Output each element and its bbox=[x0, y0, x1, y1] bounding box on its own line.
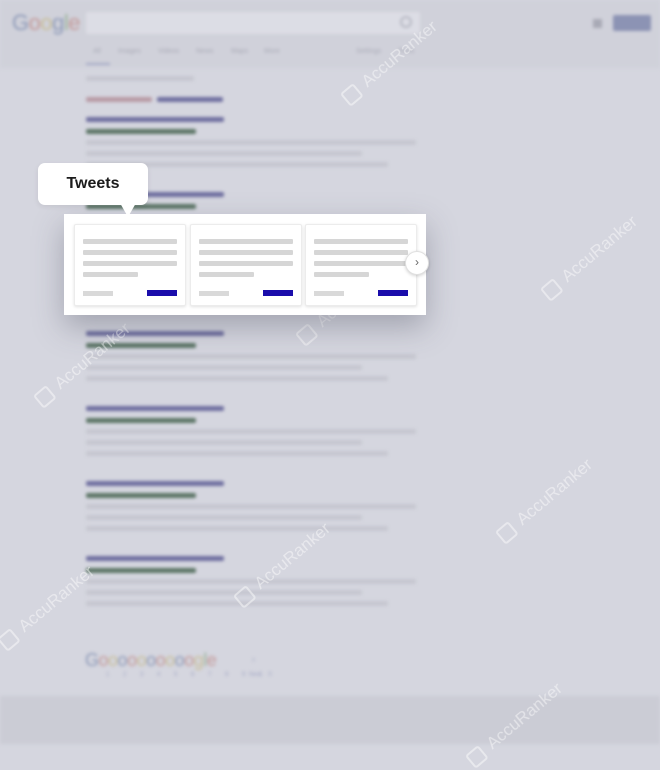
tweet-card[interactable] bbox=[305, 224, 417, 306]
result-url bbox=[86, 418, 196, 423]
tab-images[interactable]: Images bbox=[118, 48, 141, 55]
watermark-logo-icon bbox=[32, 384, 57, 409]
tweet-text-line bbox=[199, 250, 293, 255]
tab-news[interactable]: News bbox=[196, 48, 214, 55]
page-footer bbox=[0, 696, 660, 744]
result-title[interactable] bbox=[86, 556, 224, 561]
next-chevron-icon[interactable]: › bbox=[252, 654, 255, 664]
result-title[interactable] bbox=[86, 481, 224, 486]
pagination-next-link[interactable]: Next bbox=[249, 672, 261, 678]
pagination-logo: Goooooooooogle bbox=[85, 650, 217, 670]
tweet-text-line bbox=[83, 261, 177, 266]
watermark: AccuRanker bbox=[232, 519, 335, 610]
logo-letter: o bbox=[28, 10, 41, 35]
watermark: AccuRanker bbox=[494, 455, 597, 546]
tweet-card[interactable] bbox=[190, 224, 302, 306]
logo-letter: g bbox=[52, 10, 64, 35]
watermark-logo-icon bbox=[294, 322, 319, 347]
watermark-logo-icon bbox=[539, 277, 564, 302]
result-snippet bbox=[86, 590, 362, 595]
tweet-text-line bbox=[83, 239, 177, 244]
tweet-timestamp bbox=[199, 291, 229, 296]
tweet-link[interactable] bbox=[147, 290, 177, 296]
search-input[interactable] bbox=[86, 12, 420, 34]
result-breadcrumb bbox=[157, 97, 223, 102]
result-snippet bbox=[86, 451, 388, 456]
result-url bbox=[86, 493, 196, 498]
tweet-text-line bbox=[314, 272, 369, 277]
tweet-text-line bbox=[83, 272, 138, 277]
tweets-carousel: › bbox=[64, 214, 429, 315]
tweet-timestamp bbox=[83, 291, 113, 296]
result-snippet bbox=[86, 526, 388, 531]
result-snippet bbox=[86, 151, 362, 156]
tweet-text-line bbox=[314, 261, 408, 266]
tweet-text-line bbox=[199, 261, 293, 266]
result-snippet bbox=[86, 376, 388, 381]
tweet-text-line bbox=[314, 239, 408, 244]
watermark-logo-icon bbox=[464, 744, 489, 769]
tweet-text-line bbox=[83, 250, 177, 255]
active-tab-indicator bbox=[86, 63, 110, 65]
result-url bbox=[86, 129, 196, 134]
watermark: AccuRanker bbox=[0, 562, 99, 653]
tab-more[interactable]: More bbox=[264, 48, 280, 55]
result-snippet bbox=[86, 429, 416, 434]
sign-in-button[interactable] bbox=[613, 15, 651, 31]
tweet-card[interactable] bbox=[74, 224, 186, 306]
google-logo[interactable]: Google bbox=[12, 10, 81, 36]
result-snippet bbox=[86, 140, 416, 145]
watermark: AccuRanker bbox=[539, 212, 642, 303]
watermark-logo-icon bbox=[339, 82, 364, 107]
logo-letter: o bbox=[40, 10, 53, 35]
result-title[interactable] bbox=[86, 117, 224, 122]
result-stats bbox=[86, 76, 194, 81]
result-snippet bbox=[86, 354, 416, 359]
tab-videos[interactable]: Videos bbox=[158, 48, 179, 55]
tweet-text-line bbox=[314, 250, 408, 255]
carousel-next-chevron-icon[interactable]: › bbox=[405, 251, 429, 275]
result-snippet bbox=[86, 440, 362, 445]
apps-grid-icon[interactable] bbox=[593, 19, 602, 28]
tab-maps[interactable]: Maps bbox=[231, 48, 248, 55]
tweet-text-line bbox=[199, 239, 293, 244]
result-url bbox=[86, 568, 196, 573]
tab-settings[interactable]: Settings bbox=[356, 48, 381, 55]
result-snippet bbox=[86, 504, 416, 509]
tweet-text-line bbox=[199, 272, 254, 277]
tweet-timestamp bbox=[314, 291, 344, 296]
result-snippet bbox=[86, 365, 362, 370]
tweets-callout: Tweets bbox=[38, 163, 148, 205]
logo-letter: G bbox=[12, 10, 29, 35]
tab-all[interactable]: All bbox=[93, 48, 101, 55]
header bbox=[0, 0, 660, 68]
watermark-logo-icon bbox=[494, 520, 519, 545]
logo-letter: e bbox=[68, 10, 81, 35]
serp-page: Google All Images Videos News Maps More … bbox=[0, 0, 660, 769]
watermark-logo-icon bbox=[0, 627, 21, 652]
tweet-link[interactable] bbox=[378, 290, 408, 296]
result-title[interactable] bbox=[86, 406, 224, 411]
tweet-link[interactable] bbox=[263, 290, 293, 296]
result-breadcrumb bbox=[86, 97, 152, 102]
search-icon[interactable] bbox=[400, 16, 412, 28]
callout-pointer bbox=[120, 203, 136, 217]
